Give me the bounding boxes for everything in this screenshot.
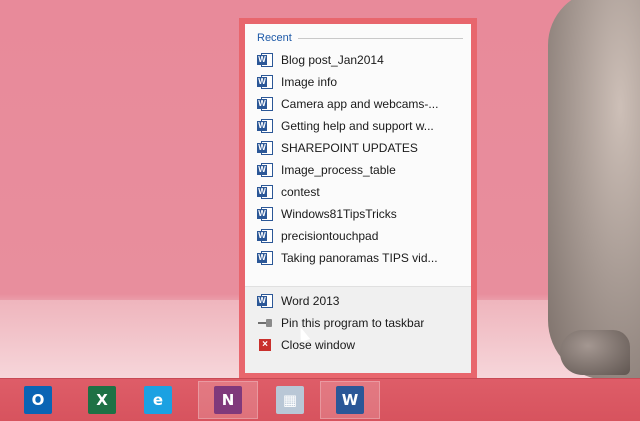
word-2013-label: Word 2013 [281, 294, 340, 308]
recent-item[interactable]: W Camera app and webcams-... [257, 93, 463, 115]
recent-item-label: SHAREPOINT UPDATES [281, 141, 418, 155]
recent-item[interactable]: W Blog post_Jan2014 [257, 49, 463, 71]
taskbar-excel-button[interactable]: X [72, 381, 132, 419]
recent-item[interactable]: W Taking panoramas TIPS vid... [257, 247, 463, 269]
word-doc-icon: W [257, 52, 273, 68]
word-doc-icon: W [257, 118, 273, 134]
close-icon: × [259, 339, 271, 351]
taskbar: O X e N ▦ W [0, 378, 640, 421]
cat-paw-wallpaper [560, 330, 630, 375]
word-doc-icon: W [257, 250, 273, 266]
taskbar-word-button[interactable]: W [320, 381, 380, 419]
recent-list: W Blog post_Jan2014 W Image info W Camera app… [257, 49, 463, 269]
recent-item[interactable]: W Windows81TipsTricks [257, 203, 463, 225]
recent-item-label: Image info [281, 75, 338, 89]
recent-item[interactable]: W SHAREPOINT UPDATES [257, 137, 463, 159]
taskbar-onenote-button[interactable]: N [198, 381, 258, 419]
word-doc-icon: W [257, 206, 273, 222]
cat-wallpaper [548, 0, 640, 380]
recent-item-label: precisiontouchpad [281, 229, 379, 243]
word-2013-item[interactable]: W Word 2013 [257, 290, 463, 312]
header-divider [297, 37, 463, 39]
recent-item-label: Blog post_Jan2014 [281, 53, 384, 67]
onenote-icon: N [214, 386, 242, 414]
recent-item-label: Taking panoramas TIPS vid... [281, 251, 438, 265]
excel-icon: X [88, 386, 116, 414]
word-doc-icon: W [257, 96, 273, 112]
jump-list-panel: Recent W Blog post_Jan2014 W Image info W Cam… [245, 24, 471, 373]
recent-item-label: Windows81TipsTricks [281, 207, 397, 221]
calculator-icon: ▦ [276, 386, 304, 414]
recent-item-label: contest [281, 185, 320, 199]
word-icon: W [336, 386, 364, 414]
recent-item[interactable]: W Image info [257, 71, 463, 93]
outlook-icon: O [24, 386, 52, 414]
recent-header: Recent [257, 30, 463, 46]
recent-item-label: Getting help and support w... [281, 119, 434, 133]
word-doc-icon: W [257, 74, 273, 90]
recent-item[interactable]: W Image_process_table [257, 159, 463, 181]
recent-item[interactable]: Wprecisiontouchpad [257, 225, 463, 247]
word-doc-icon: W [257, 184, 273, 200]
recent-item[interactable]: Wcontest [257, 181, 463, 203]
recent-item-label: Image_process_table [281, 163, 396, 177]
taskbar-calculator-button[interactable]: ▦ [260, 381, 320, 419]
recent-item-label: Camera app and webcams-... [281, 97, 439, 111]
recent-item[interactable]: W Getting help and support w... [257, 115, 463, 137]
taskbar-ie-button[interactable]: e [128, 381, 188, 419]
pin-icon [257, 315, 273, 331]
internet-explorer-icon: e [144, 386, 172, 414]
close-window-item[interactable]: × Close window [257, 334, 463, 356]
word-doc-icon: W [257, 293, 273, 309]
word-doc-icon: W [257, 140, 273, 156]
word-jump-list: Recent W Blog post_Jan2014 W Image info W Cam… [239, 18, 477, 378]
tasks-list: W Word 2013 Pin this program to taskbar … [257, 290, 463, 356]
word-doc-icon: W [257, 228, 273, 244]
taskbar-outlook-button[interactable]: O [8, 381, 68, 419]
pin-to-taskbar-item[interactable]: Pin this program to taskbar [257, 312, 463, 334]
word-doc-icon: W [257, 162, 273, 178]
close-window-label: Close window [281, 338, 356, 352]
recent-title: Recent [257, 32, 292, 44]
